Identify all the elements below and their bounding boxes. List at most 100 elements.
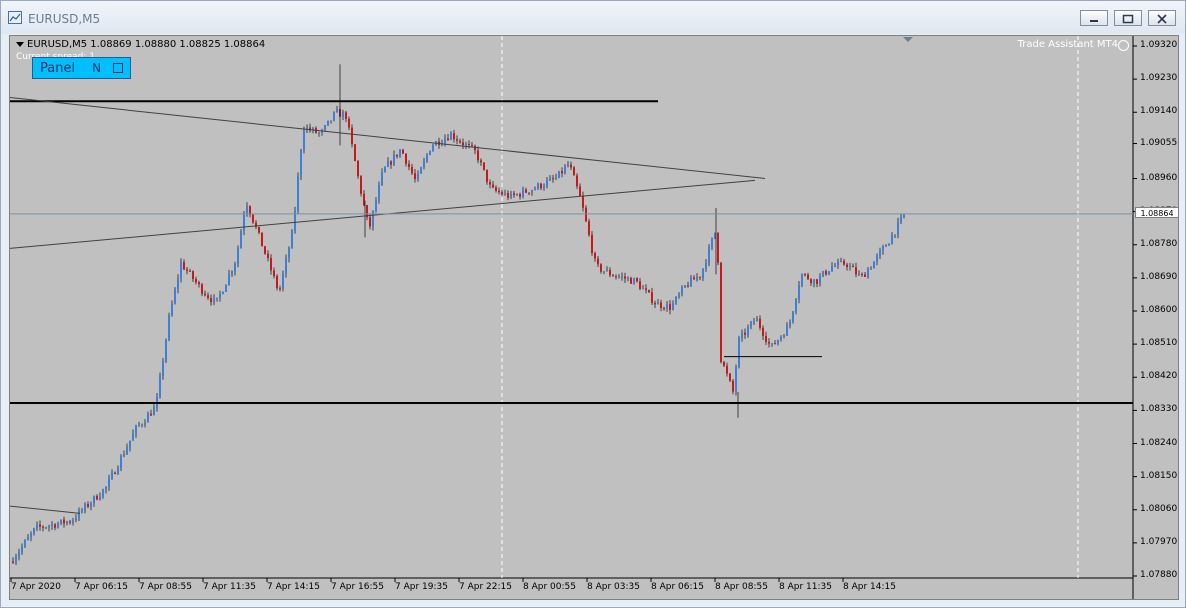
candle-body [741,332,743,338]
candle-body [372,210,374,227]
candle-body [816,279,818,284]
candle-body [549,178,551,181]
candle-body [720,262,722,362]
candle-body [675,296,677,304]
minimize-button[interactable] [1080,10,1108,26]
candle-body [519,194,521,197]
price-chart[interactable]: EURUSD,M5 1.08869 1.08880 1.08825 1.0886… [9,35,1179,600]
restore-button[interactable] [1114,10,1142,26]
candle-body [588,221,590,235]
candle-body [501,192,503,195]
candle-body [774,343,776,345]
close-button[interactable] [1148,10,1176,26]
candle-body [30,533,32,538]
candle-body [516,194,518,196]
time-tick-label: 7 Apr 08:55 [139,582,192,592]
price-tick-label: 1.08690 [1140,271,1178,282]
candle-body [612,275,614,277]
candle-body [681,287,683,294]
candle-body [768,341,770,344]
candle-body [624,276,626,279]
candle-body [390,161,392,165]
candle-body [195,279,197,283]
candle-body [375,200,377,211]
indicator-label: Trade Assistant MT4 [1017,39,1118,50]
price-tick-label: 1.08960 [1140,172,1178,183]
candle-body [837,261,839,266]
candle-body [660,302,662,308]
time-tick-label: 8 Apr 00:55 [523,582,576,592]
candle-body [69,521,71,523]
candle-body [384,166,386,173]
candle-body [546,180,548,187]
candle-body [168,315,170,340]
candle-body [609,269,611,276]
candle-body [333,111,335,121]
chart-canvas[interactable] [10,36,1178,599]
candle-body [147,413,149,423]
candle-body [729,373,731,381]
candle-body [537,183,539,189]
candle-body [861,273,863,275]
panel-mode[interactable]: N [92,61,101,75]
candle-body [342,112,344,117]
candle-body [96,495,98,500]
candle-body [426,154,428,161]
candle-body [228,274,230,285]
candle-body [102,489,104,497]
candle-body [642,288,644,290]
symbol-quote: EURUSD,M5 1.08869 1.08880 1.08825 1.0886… [27,39,266,50]
shift-marker-icon [903,37,913,42]
candle-body [483,162,485,170]
candle-body [684,285,686,288]
candle-body [777,339,779,345]
candle-body [591,234,593,254]
candle-body [870,268,872,270]
candle-body [405,153,407,164]
candle-body [27,537,29,541]
time-tick-label: 7 Apr 2020 [11,582,61,592]
trade-panel[interactable]: Panel N [32,57,131,79]
candle-body [396,154,398,157]
candle-body [351,127,353,145]
candle-body [318,132,320,134]
candle-body [222,291,224,294]
candle-body [165,339,167,362]
price-tick-label: 1.08240 [1140,437,1178,448]
candle-body [552,178,554,180]
time-tick-label: 8 Apr 06:15 [651,582,704,592]
candle-body [171,303,173,316]
candle-body [186,269,188,271]
candle-body [216,297,218,299]
candle-body [276,276,278,289]
window-title: EURUSD,M5 [28,12,101,26]
collapse-triangle-icon[interactable] [16,41,24,47]
candle-body [780,336,782,340]
candle-body [273,270,275,277]
price-tick-label: 1.09140 [1140,106,1178,117]
price-tick-label: 1.09230 [1140,73,1178,84]
candle-body [804,274,806,276]
candle-body [843,260,845,265]
candle-body [264,246,266,254]
candle-body [864,274,866,277]
candle-body [117,468,119,474]
panel-expand-icon[interactable] [113,63,123,73]
candle-body [627,277,629,279]
close-icon [1157,14,1167,24]
candle-body [399,149,401,157]
title-bar[interactable]: EURUSD,M5 [1,1,1185,34]
candle-body [444,138,446,143]
candle-body [39,524,41,527]
candle-body [762,327,764,336]
candle-body [486,169,488,183]
candle-body [633,278,635,284]
candle-body [726,365,728,374]
candle-body [561,171,563,174]
candle-body [717,232,719,263]
candle-body [876,255,878,262]
candle-body [81,510,83,512]
candle-body [867,269,869,277]
time-tick-label: 7 Apr 22:15 [459,582,512,592]
candle-body [84,503,86,511]
